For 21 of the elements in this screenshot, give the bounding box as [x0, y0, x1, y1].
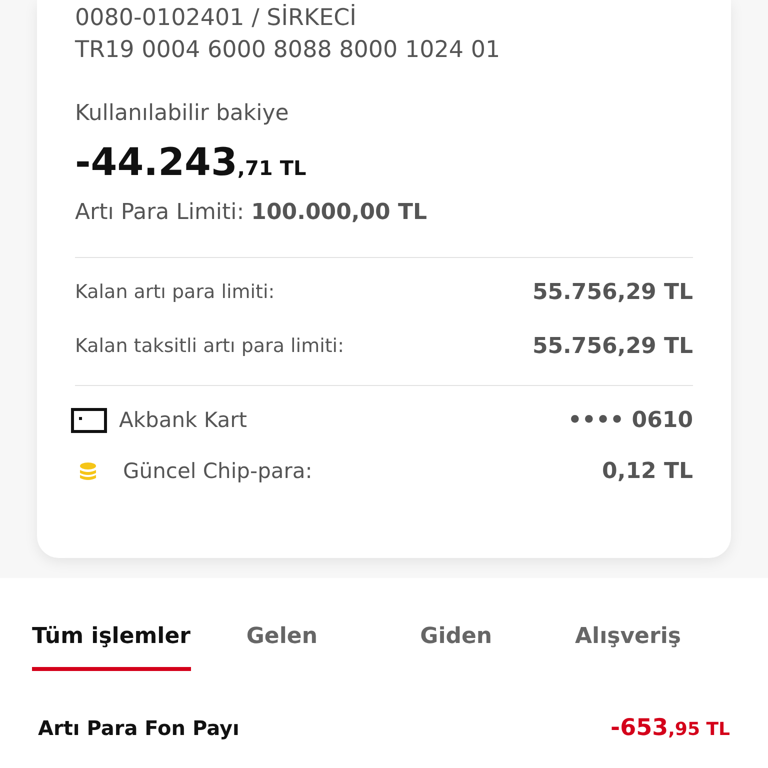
limit-label: Kalan taksitli artı para limiti:	[75, 334, 344, 360]
tab[interactable]: Alışveriş	[575, 620, 681, 671]
extra-label: Güncel Chip-para:	[123, 458, 312, 485]
balance-amount: -44.243,71 TL	[75, 142, 308, 186]
limit-value: 55.756,29 TL	[532, 333, 693, 361]
tab[interactable]: Gelen	[246, 620, 318, 671]
transaction-title: Artı Para Fon Payı	[38, 715, 240, 742]
limit-text: Artı Para Limiti: 100.000,00 TL	[75, 199, 428, 227]
card-icon	[71, 408, 107, 434]
limit-value: 55.756,29 TL	[532, 279, 693, 307]
tab[interactable]: Tüm işlemler	[32, 620, 190, 671]
extra-label: Akbank Kart	[119, 406, 248, 434]
balance-label: Kullanılabilir bakiye	[75, 100, 290, 128]
extra-value: •••• 0610	[568, 407, 693, 435]
coins-icon	[79, 462, 97, 482]
transaction-amount: -653,95 TL	[610, 714, 730, 743]
branch-text: 0080-0102401 / SİRKECİ	[75, 3, 358, 33]
limit-label: Kalan artı para limiti:	[75, 280, 275, 306]
tab[interactable]: Giden	[420, 620, 492, 671]
iban-text: TR19 0004 6000 8088 8000 1024 01	[75, 36, 502, 65]
extra-value: 0,12 TL	[602, 458, 693, 486]
